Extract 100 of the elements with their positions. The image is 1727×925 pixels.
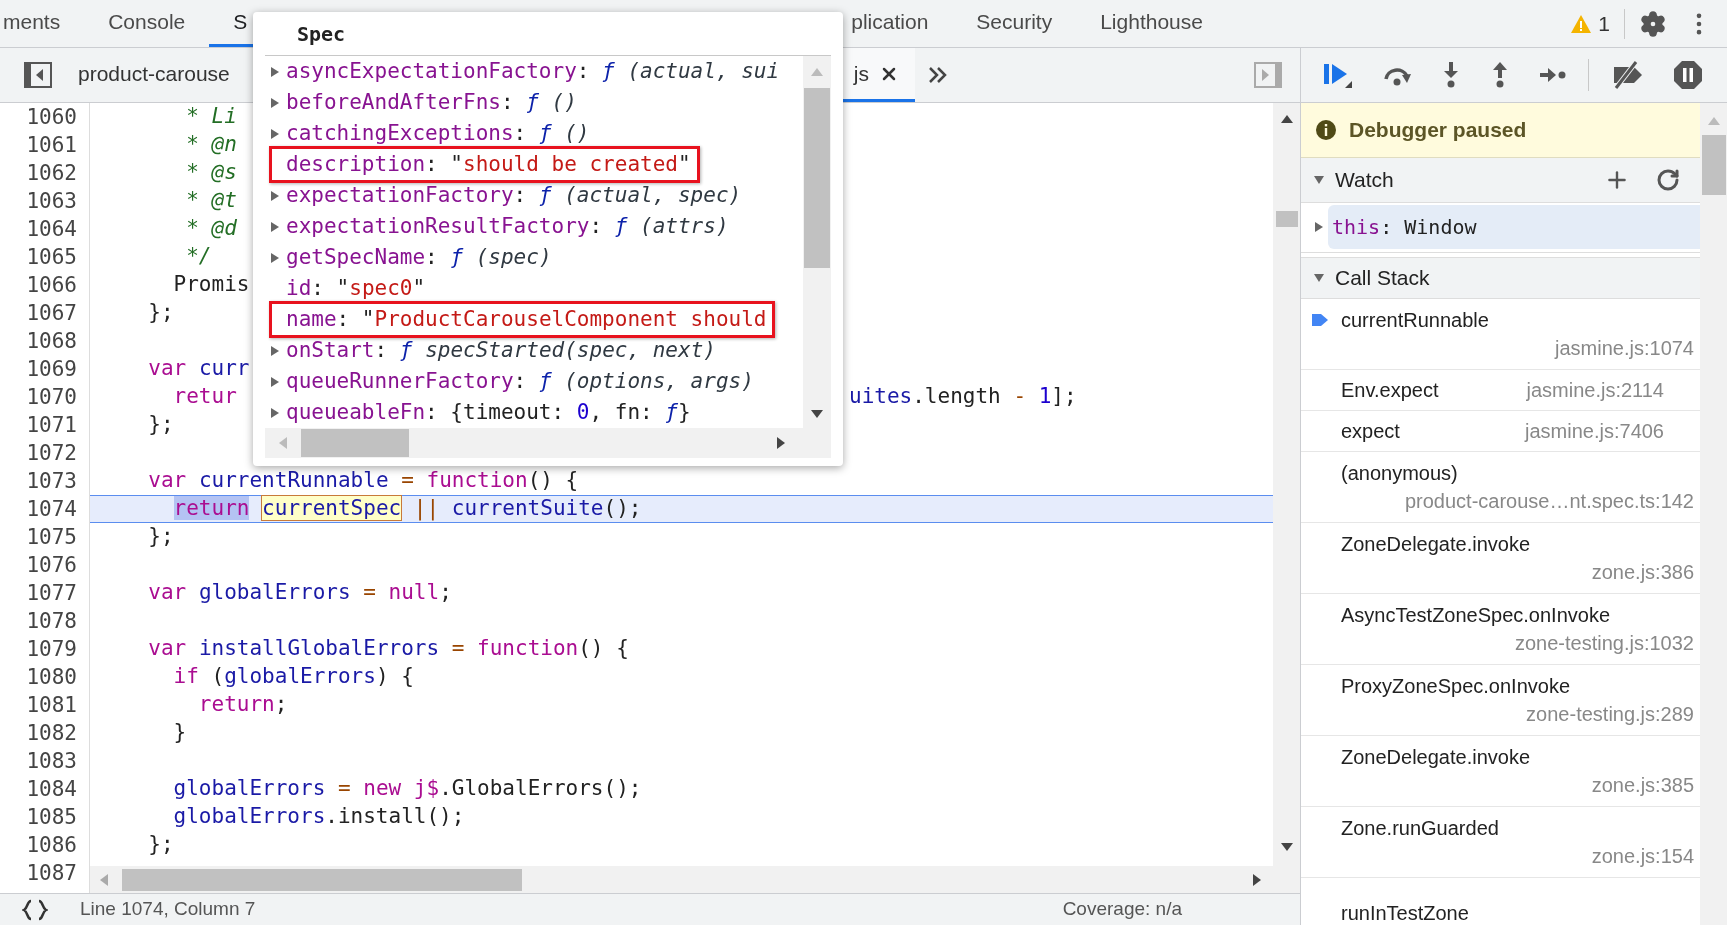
code-text: Promis [172, 271, 250, 299]
source-location[interactable]: zone-testing.js:1032 [1515, 629, 1694, 657]
issues-count[interactable]: 1 [1598, 7, 1610, 40]
vertical-scrollbar[interactable] [1273, 103, 1300, 893]
code-text: * @d [185, 215, 237, 243]
code-text: } [172, 719, 187, 747]
line-number: 1080 [25, 664, 78, 691]
line-number: 1068 [25, 328, 78, 355]
line-number: 1063 [25, 188, 78, 215]
property-entry[interactable]: queueRunnerFactory: ƒ (options, args) [286, 365, 754, 398]
property-entry[interactable]: description: "should be created" [269, 145, 700, 184]
function-name[interactable]: Zone.runGuarded [1341, 814, 1664, 842]
function-name[interactable]: runInTestZone [1341, 899, 1664, 925]
file-tab[interactable]: product-carouse [62, 48, 246, 102]
expand-triangle-icon[interactable] [269, 127, 281, 140]
function-name[interactable]: currentRunnable [1341, 306, 1664, 334]
debugger-toggle-icon[interactable] [1254, 62, 1282, 88]
line-number: 1075 [25, 524, 78, 551]
expand-triangle-icon[interactable] [269, 220, 281, 233]
call-frame[interactable]: Env.expect jasmine.js:2114 [1301, 370, 1700, 411]
line-number: 1062 [25, 160, 78, 187]
collapse-triangle-icon[interactable] [1313, 174, 1325, 186]
scroll-right-icon[interactable] [775, 436, 787, 450]
code-text: if (globalErrors) { [172, 663, 414, 691]
property-entry[interactable]: asyncExpectationFactory: ƒ (actual, sui [286, 56, 780, 88]
function-name[interactable]: ZoneDelegate.invoke [1341, 530, 1664, 558]
panel-tab[interactable]: ments [0, 0, 85, 47]
source-location[interactable]: zone.js:386 [1591, 558, 1694, 586]
more-tabs-icon[interactable] [926, 65, 949, 85]
step-icon[interactable] [1539, 65, 1567, 85]
call-stack-section-header[interactable]: Call Stack [1301, 257, 1700, 299]
scrollbar-thumb[interactable] [301, 429, 409, 457]
watch-expression[interactable]: this: Window [1328, 204, 1700, 249]
scroll-up-icon[interactable] [1279, 113, 1294, 125]
code-text: }; [147, 523, 174, 551]
code-text: return; [197, 691, 288, 719]
code-text: var currentRunnable = function() { [147, 467, 579, 495]
expand-triangle-icon[interactable] [269, 375, 281, 388]
section-title[interactable]: Call Stack [1335, 262, 1430, 294]
property-entry[interactable]: name: "ProductCarouselComponent should [269, 300, 776, 339]
vertical-scrollbar[interactable] [1700, 103, 1727, 925]
cursor-position: Line 1074, Column 7 [80, 897, 256, 922]
scrollbar-thumb[interactable] [122, 868, 522, 891]
scrollbar-thumb[interactable] [1275, 211, 1298, 227]
panel-tab[interactable]: Console [84, 0, 210, 47]
settings-icon[interactable] [1639, 9, 1667, 38]
scroll-right-icon[interactable] [1251, 872, 1263, 887]
panel-tab[interactable]: Lighthouse [1076, 0, 1227, 47]
source-location[interactable]: jasmine.js:1074 [1555, 334, 1694, 362]
function-name[interactable]: Env.expect [1341, 375, 1439, 405]
code-text: * @s [185, 159, 237, 187]
source-location[interactable]: zone.js:154 [1591, 842, 1694, 870]
property-entry[interactable]: expectationResultFactory: ƒ (attrs) [286, 210, 729, 243]
expand-triangle-icon[interactable] [269, 406, 281, 419]
scroll-down-icon[interactable] [810, 408, 824, 420]
source-location[interactable]: jasmine.js:2114 [1526, 375, 1664, 405]
expand-triangle-icon[interactable] [269, 344, 281, 357]
function-name[interactable]: expect [1341, 416, 1400, 446]
property-entry[interactable]: queueableFn: {timeout: 0, fn: ƒ} [286, 396, 691, 428]
function-name[interactable]: AsyncTestZoneSpec.onInvoke [1341, 601, 1664, 629]
pretty-print-icon[interactable] [22, 898, 48, 921]
expand-triangle-icon[interactable] [269, 96, 281, 109]
code-text: }; [147, 831, 174, 859]
expand-triangle-icon[interactable] [269, 251, 281, 264]
line-number: 1066 [25, 272, 78, 299]
vertical-scrollbar[interactable] [803, 56, 831, 428]
expand-triangle-icon[interactable] [269, 189, 281, 202]
collapse-triangle-icon[interactable] [1313, 272, 1325, 284]
expand-triangle-icon[interactable] [1313, 220, 1325, 233]
sidebar-toggle-icon[interactable] [24, 62, 52, 88]
horizontal-scrollbar[interactable] [90, 866, 1273, 893]
expand-triangle-icon[interactable] [269, 65, 281, 78]
property-entry[interactable]: getSpecName: ƒ (spec) [286, 241, 552, 274]
step-out-icon[interactable] [1490, 61, 1510, 89]
panel-tab[interactable]: plication [827, 0, 953, 47]
watch-section-header[interactable]: Watch [1301, 158, 1700, 203]
call-frame[interactable]: expect jasmine.js:7406 [1301, 411, 1700, 452]
info-icon [1315, 119, 1337, 141]
function-name[interactable]: ZoneDelegate.invoke [1341, 743, 1664, 771]
horizontal-scrollbar[interactable] [265, 428, 831, 458]
resume-icon[interactable] [1323, 61, 1353, 89]
source-location[interactable]: product-carouse…nt.spec.ts:142 [1404, 487, 1694, 515]
source-location[interactable]: zone.js:385 [1591, 771, 1694, 799]
scrollbar-thumb[interactable] [804, 88, 830, 268]
panel-tab[interactable]: Security [952, 0, 1077, 47]
code-text: var installGlobalErrors = function() { [147, 635, 629, 663]
function-name[interactable]: ProxyZoneSpec.onInvoke [1341, 672, 1664, 700]
source-location[interactable]: zone-testing.js:289 [1526, 700, 1694, 728]
line-number: 1072 [25, 440, 78, 467]
property-entry[interactable]: beforeAndAfterFns: ƒ () [286, 86, 577, 119]
line-number: 1076 [25, 552, 78, 579]
source-location[interactable]: jasmine.js:7406 [1525, 416, 1664, 446]
pause-on-exceptions-icon[interactable] [1673, 60, 1703, 90]
refresh-icon[interactable] [1656, 168, 1680, 192]
code-text: }; [147, 411, 174, 439]
scroll-down-icon[interactable] [1279, 841, 1294, 853]
section-title[interactable]: Watch [1335, 164, 1394, 196]
function-name[interactable]: (anonymous) [1341, 459, 1664, 487]
line-number: 1077 [25, 580, 78, 607]
scrollbar-thumb[interactable] [1701, 135, 1726, 195]
